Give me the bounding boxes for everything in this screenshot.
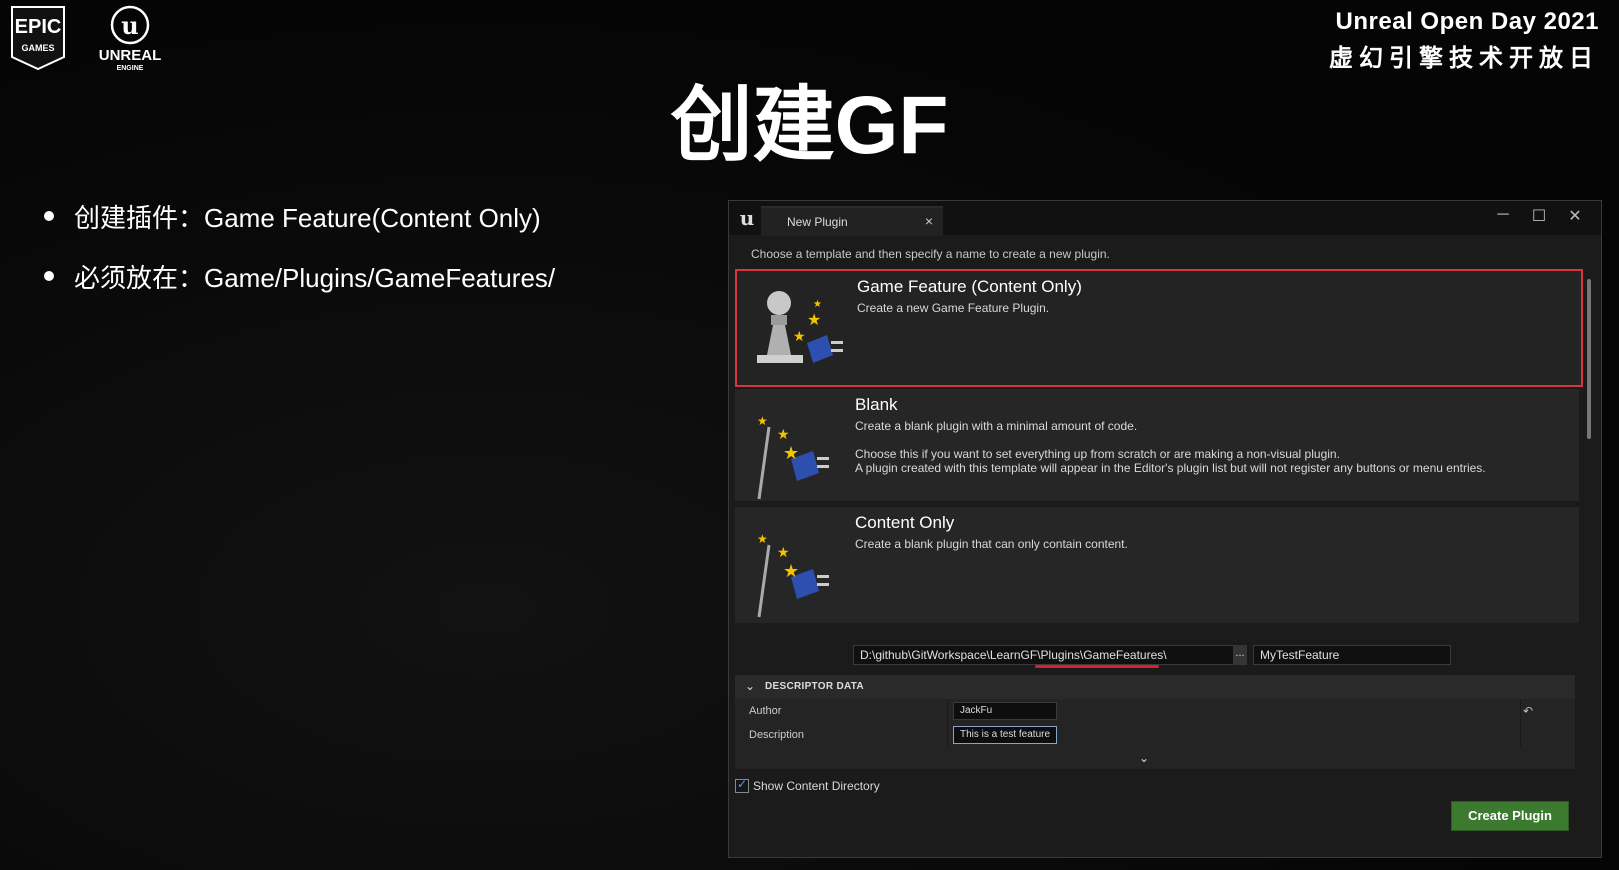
path-highlight-underline <box>1035 665 1159 668</box>
new-plugin-dialog: u New Plugin × ─ ☐ ✕ Choose a template a… <box>728 200 1602 858</box>
property-divider <box>1520 699 1521 723</box>
svg-text:★: ★ <box>793 328 806 344</box>
create-plugin-button[interactable]: Create Plugin <box>1451 801 1569 831</box>
plugin-name-input[interactable]: MyTestFeature <box>1253 645 1451 665</box>
close-window-icon[interactable]: ✕ <box>1565 206 1585 226</box>
descriptor-data-label: DESCRIPTOR DATA <box>765 681 864 692</box>
template-title: Content Only <box>855 513 955 532</box>
template-title: Game Feature (Content Only) <box>857 277 1082 296</box>
dialog-titlebar[interactable]: u New Plugin × ─ ☐ ✕ <box>729 201 1601 236</box>
property-divider <box>1520 723 1521 747</box>
reset-icon[interactable]: ↶ <box>1523 704 1533 718</box>
template-description: Create a blank plugin with a minimal amo… <box>855 419 1138 433</box>
chevron-down-icon: ⌄ <box>745 679 756 693</box>
description-label: Description <box>749 729 805 741</box>
bullet-dot <box>44 271 54 281</box>
template-title: Blank <box>855 395 898 414</box>
svg-text:★: ★ <box>757 414 768 428</box>
property-divider <box>947 723 948 747</box>
wand-plugin-icon: ★ ★ ★ <box>757 532 829 618</box>
bullet-text: 创建插件：Game Feature(Content Only) <box>74 202 541 233</box>
plugin-path-input[interactable]: D:\github\GitWorkspace\LearnGF\Plugins\G… <box>853 645 1241 665</box>
author-field[interactable]: JackFu <box>953 702 1057 720</box>
wand-plugin-icon: ★ ★ ★ <box>757 414 829 500</box>
bullet-text: 必须放在：Game/Plugins/GameFeatures/ <box>74 262 556 293</box>
slide-title: 创建GF <box>670 80 949 171</box>
svg-text:★: ★ <box>757 532 768 546</box>
svg-text:u: u <box>740 207 755 229</box>
bullet-item: 创建插件：Game Feature(Content Only) <box>44 186 555 246</box>
template-extra-line: A plugin created with this template will… <box>855 461 1486 475</box>
svg-text:★: ★ <box>813 299 822 310</box>
template-extra-line: Choose this if you want to set everythin… <box>855 447 1340 461</box>
close-tab-icon[interactable]: × <box>925 213 933 229</box>
tab-label: New Plugin <box>787 215 848 229</box>
template-content-only[interactable]: ★ ★ ★ Content Only Create a blank plugin… <box>735 507 1579 623</box>
show-content-directory-checkbox[interactable]: ✓ <box>735 777 749 793</box>
property-row-author: Author JackFu ↶ <box>735 699 1575 723</box>
chevron-down-icon: ⌄ <box>1139 751 1150 765</box>
pawn-plugin-icon: ★ ★ ★ <box>757 291 843 363</box>
template-extra: Choose this if you want to set everythin… <box>855 447 1486 475</box>
bullet-dot <box>44 211 54 221</box>
bullet-list: 创建插件：Game Feature(Content Only) 必须放在：Gam… <box>44 186 555 306</box>
advanced-expander[interactable]: ⌄ <box>735 747 1575 769</box>
instruction-text: Choose a template and then specify a nam… <box>751 247 1110 261</box>
property-row-description: Description This is a test feature <box>735 723 1575 747</box>
template-description: Create a new Game Feature Plugin. <box>857 301 1050 315</box>
template-list-scrollbar[interactable] <box>1587 279 1591 439</box>
checkmark-icon: ✓ <box>737 777 748 791</box>
svg-text:★: ★ <box>777 426 790 442</box>
description-field[interactable]: This is a test feature <box>953 726 1057 744</box>
maximize-icon[interactable]: ☐ <box>1529 206 1549 226</box>
browse-path-button[interactable]: ... <box>1233 645 1247 665</box>
bullet-item: 必须放在：Game/Plugins/GameFeatures/ <box>44 246 555 306</box>
author-label: Author <box>749 705 782 717</box>
minimize-icon[interactable]: ─ <box>1493 206 1513 224</box>
show-content-directory-option[interactable]: ✓ Show Content Directory <box>735 777 880 793</box>
svg-text:★: ★ <box>783 443 799 463</box>
svg-text:GAMES: GAMES <box>21 43 54 53</box>
template-description: Create a blank plugin that can only cont… <box>855 537 1128 551</box>
svg-text:★: ★ <box>777 544 790 560</box>
tab-new-plugin[interactable]: New Plugin × <box>761 206 943 236</box>
svg-text:★: ★ <box>783 561 799 581</box>
unreal-icon: u <box>740 207 755 229</box>
template-blank[interactable]: ★ ★ ★ Blank Create a blank plugin with a… <box>735 389 1579 501</box>
svg-text:★: ★ <box>807 312 821 329</box>
template-game-feature[interactable]: ★ ★ ★ Game Feature (Content Only) Create… <box>735 269 1583 387</box>
property-divider <box>947 699 948 723</box>
show-content-directory-label: Show Content Directory <box>753 779 880 793</box>
svg-text:EPIC: EPIC <box>15 16 62 38</box>
svg-text:u: u <box>121 11 138 40</box>
descriptor-data-header[interactable]: ⌄ DESCRIPTOR DATA <box>735 675 1575 699</box>
event-title-en: Unreal Open Day 2021 <box>1335 8 1599 35</box>
